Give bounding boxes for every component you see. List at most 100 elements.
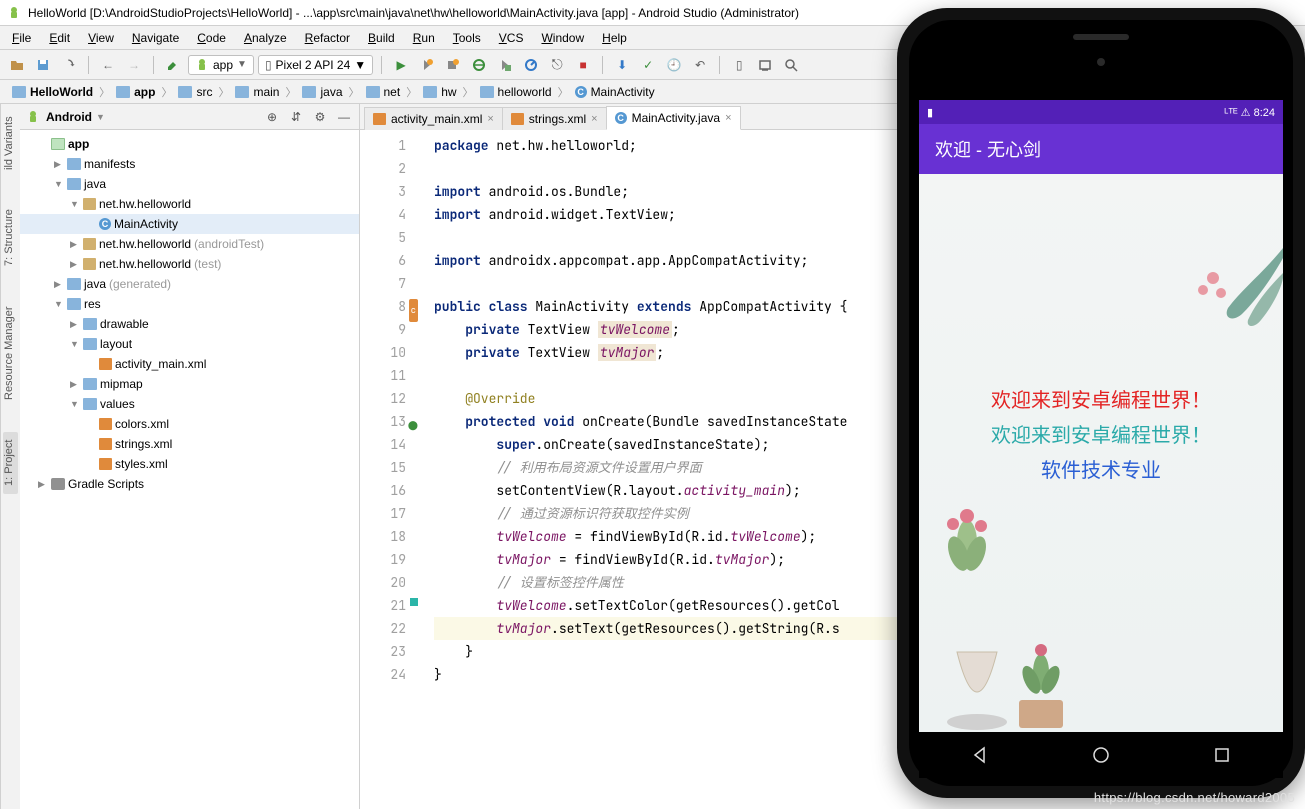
tree-drawable[interactable]: ▶ drawable: [20, 314, 359, 334]
debug-button[interactable]: [468, 54, 490, 76]
close-icon[interactable]: ×: [487, 113, 493, 125]
apply-changes-icon[interactable]: [416, 54, 438, 76]
menu-code[interactable]: Code: [189, 28, 234, 48]
crumb-helloworld[interactable]: HelloWorld: [8, 83, 97, 101]
tree-app[interactable]: app: [20, 134, 359, 154]
apply-code-changes-icon[interactable]: [442, 54, 464, 76]
crumb-main[interactable]: main: [231, 83, 283, 101]
tree-net-hw-helloworld[interactable]: ▼ net.hw.helloworld: [20, 194, 359, 214]
tree-res[interactable]: ▼ res: [20, 294, 359, 314]
tool-tab-structure[interactable]: 7: Structure: [3, 202, 18, 275]
select-opened-file-icon[interactable]: ⊕: [263, 108, 281, 126]
vcs-update-button[interactable]: ⬇: [611, 54, 633, 76]
back-button[interactable]: ←: [97, 54, 119, 76]
crumb-helloworld[interactable]: helloworld: [476, 83, 556, 101]
tree-java[interactable]: ▼ java: [20, 174, 359, 194]
menubar: FileEditViewNavigateCodeAnalyzeRefactorB…: [0, 26, 1305, 50]
tab-mainactivity-java[interactable]: CMainActivity.java×: [606, 106, 741, 130]
menu-vcs[interactable]: VCS: [491, 28, 532, 48]
crumb-mainactivity[interactable]: CMainActivity: [571, 83, 659, 101]
menu-run[interactable]: Run: [405, 28, 443, 48]
forward-button[interactable]: →: [123, 54, 145, 76]
attach-debugger-button[interactable]: ⎋: [546, 54, 568, 76]
tree-layout[interactable]: ▼ layout: [20, 334, 359, 354]
project-view-selector[interactable]: Android ▼: [46, 110, 105, 124]
tool-tab-resource-manager[interactable]: Resource Manager: [3, 298, 18, 408]
sync-button[interactable]: [58, 54, 80, 76]
menu-file[interactable]: File: [4, 28, 39, 48]
window-title: HelloWorld [D:\AndroidStudioProjects\Hel…: [28, 6, 799, 20]
watermark: https://blog.csdn.net/howard2005: [1094, 790, 1295, 805]
save-button[interactable]: [32, 54, 54, 76]
vcs-rollback-button[interactable]: ↶: [689, 54, 711, 76]
hide-pane-icon[interactable]: —: [335, 108, 353, 126]
open-button[interactable]: [6, 54, 28, 76]
tree-styles-xml[interactable]: styles.xml: [20, 454, 359, 474]
tree-java[interactable]: ▶ java (generated): [20, 274, 359, 294]
tree-net-hw-helloworld[interactable]: ▶ net.hw.helloworld (androidTest): [20, 234, 359, 254]
profile-button[interactable]: [520, 54, 542, 76]
project-pane: Android ▼ ⊕ ⇵ ⚙ — app▶ manifests▼ java▼ …: [20, 104, 360, 809]
settings-gear-icon[interactable]: ⚙: [311, 108, 329, 126]
vcs-history-button[interactable]: 🕘: [663, 54, 685, 76]
toolbar-separator: [88, 56, 89, 74]
editor-column: activity_main.xml×strings.xml×CMainActiv…: [360, 104, 1305, 809]
run-button[interactable]: ▶: [390, 54, 412, 76]
vcs-commit-button[interactable]: ✓: [637, 54, 659, 76]
android-studio-logo-icon: [6, 5, 22, 21]
sdk-manager-button[interactable]: [754, 54, 776, 76]
run-config-label: app: [213, 58, 233, 72]
menu-help[interactable]: Help: [594, 28, 635, 48]
toolbar-separator: [381, 56, 382, 74]
avd-manager-button[interactable]: ▯: [728, 54, 750, 76]
search-button[interactable]: [780, 54, 802, 76]
menu-analyze[interactable]: Analyze: [236, 28, 295, 48]
crumb-java[interactable]: java: [298, 83, 346, 101]
menu-build[interactable]: Build: [360, 28, 403, 48]
tree-mipmap[interactable]: ▶ mipmap: [20, 374, 359, 394]
line-gutter[interactable]: 12345678c910111213⬤141516171819202122232…: [360, 130, 414, 809]
main-toolbar: ← → app ▼ ▯ Pixel 2 API 24 ▼ ▶ ⎋ ■ ⬇ ✓ 🕘…: [0, 50, 1305, 80]
main-area: 1: Project Resource Manager 7: Structure…: [0, 104, 1305, 809]
run-config-dropdown[interactable]: app ▼: [188, 55, 254, 75]
crumb-src[interactable]: src: [174, 83, 216, 101]
titlebar: HelloWorld [D:\AndroidStudioProjects\Hel…: [0, 0, 1305, 26]
menu-tools[interactable]: Tools: [445, 28, 489, 48]
menu-window[interactable]: Window: [533, 28, 592, 48]
tab-strings-xml[interactable]: strings.xml×: [502, 107, 607, 130]
menu-edit[interactable]: Edit: [41, 28, 78, 48]
tree-colors-xml[interactable]: colors.xml: [20, 414, 359, 434]
tree-values[interactable]: ▼ values: [20, 394, 359, 414]
tree-mainactivity[interactable]: C MainActivity: [20, 214, 359, 234]
coverage-button[interactable]: [494, 54, 516, 76]
code-area[interactable]: package net.hw.helloworld; import androi…: [414, 130, 1305, 809]
tree-gradle-scripts[interactable]: ▶ Gradle Scripts: [20, 474, 359, 494]
code-editor[interactable]: 12345678c910111213⬤141516171819202122232…: [360, 130, 1305, 809]
crumb-app[interactable]: app: [112, 83, 159, 101]
close-icon[interactable]: ×: [591, 113, 597, 125]
tree-activity_main-xml[interactable]: activity_main.xml: [20, 354, 359, 374]
project-tree[interactable]: app▶ manifests▼ java▼ net.hw.helloworldC…: [20, 130, 359, 809]
tab-activity_main-xml[interactable]: activity_main.xml×: [364, 107, 503, 130]
tree-net-hw-helloworld[interactable]: ▶ net.hw.helloworld (test): [20, 254, 359, 274]
tool-tab-build-variants[interactable]: ild Variants: [3, 108, 18, 178]
editor-tabs: activity_main.xml×strings.xml×CMainActiv…: [360, 104, 1305, 130]
tree-manifests[interactable]: ▶ manifests: [20, 154, 359, 174]
close-icon[interactable]: ×: [725, 112, 731, 124]
menu-navigate[interactable]: Navigate: [124, 28, 187, 48]
crumb-net[interactable]: net: [362, 83, 405, 101]
toolbar-separator: [153, 56, 154, 74]
tree-strings-xml[interactable]: strings.xml: [20, 434, 359, 454]
menu-refactor[interactable]: Refactor: [297, 28, 358, 48]
menu-view[interactable]: View: [80, 28, 122, 48]
breadcrumb: HelloWorld〉app〉src〉main〉java〉net〉hw〉hell…: [0, 80, 1305, 104]
crumb-hw[interactable]: hw: [419, 83, 460, 101]
toolbar-separator: [602, 56, 603, 74]
expand-all-icon[interactable]: ⇵: [287, 108, 305, 126]
stop-button[interactable]: ■: [572, 54, 594, 76]
toolbar-separator: [719, 56, 720, 74]
device-dropdown[interactable]: ▯ Pixel 2 API 24 ▼: [258, 55, 373, 75]
project-pane-header: Android ▼ ⊕ ⇵ ⚙ —: [20, 104, 359, 130]
tool-tab-project[interactable]: 1: Project: [3, 432, 18, 494]
hammer-build-icon[interactable]: [162, 54, 184, 76]
